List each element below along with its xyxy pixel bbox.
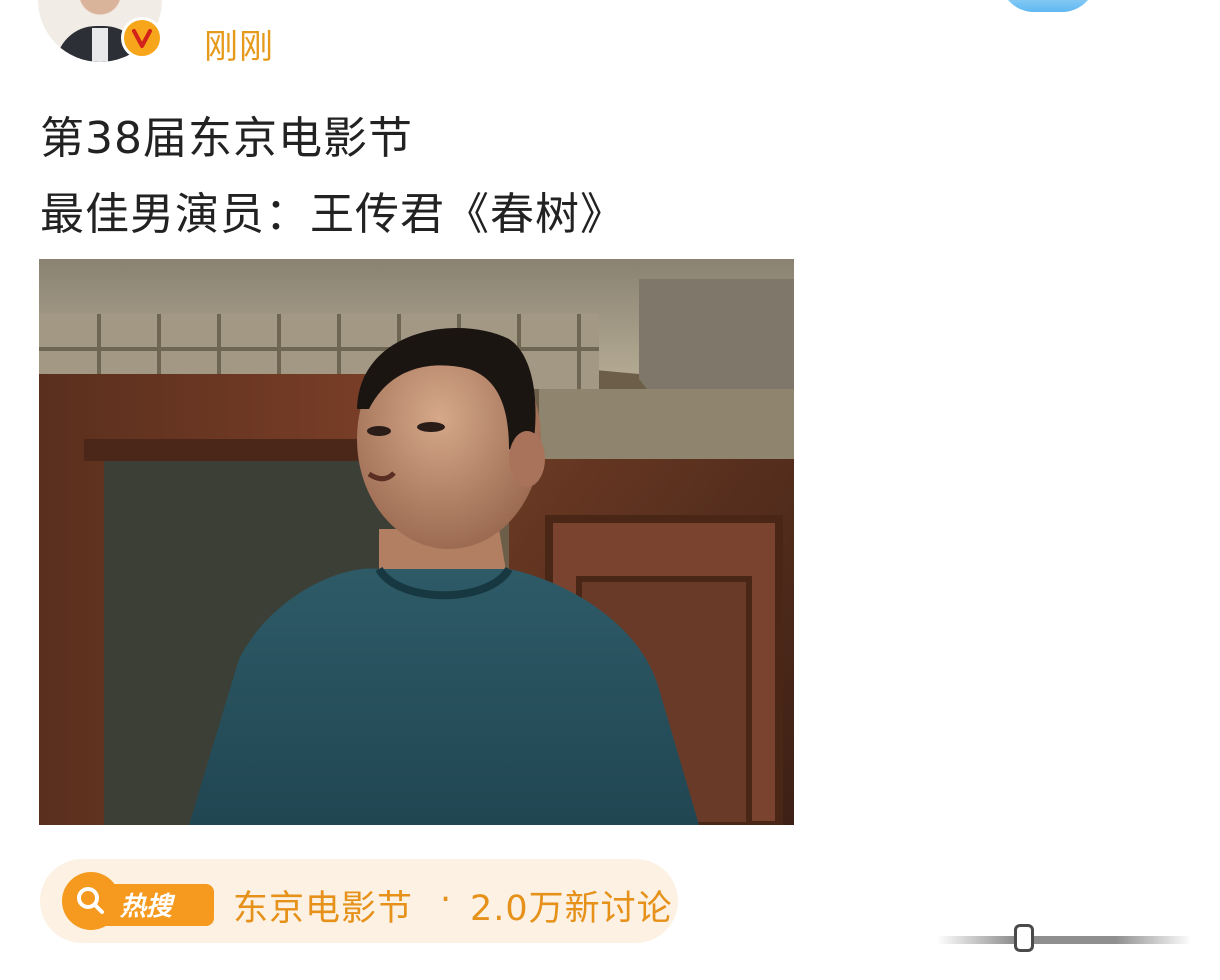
- hot-search-pill[interactable]: 热搜 东京电影节 · 2.0万新讨论: [40, 859, 678, 943]
- hot-badge-label: 热搜: [120, 892, 173, 922]
- post-text-line-2[interactable]: 最佳男演员：王传君《春树》: [40, 178, 625, 242]
- hot-search-separator: ·: [440, 880, 452, 920]
- handle-knob[interactable]: [1014, 924, 1034, 952]
- hot-search-topic[interactable]: 东京电影节: [233, 880, 413, 931]
- hot-search-count: 2.0万新讨论: [470, 889, 673, 929]
- verified-v-icon: [121, 17, 163, 59]
- magnifier-icon: [77, 887, 104, 914]
- weibo-post: 刚刚 第38届东京电影节 最佳男演员：王传君《春树》 热搜 东京电影节 · 2.…: [0, 0, 1220, 980]
- post-photo[interactable]: [39, 259, 794, 825]
- avatar-shirt: [92, 28, 108, 62]
- hot-search-badge: 热搜: [62, 872, 222, 930]
- post-text-line-1: 第38届东京电影节: [40, 113, 413, 164]
- post-time: 刚刚: [204, 27, 274, 67]
- top-decoration: [1000, 0, 1096, 12]
- drag-handle-icon[interactable]: [937, 924, 1192, 952]
- handle-bar: [937, 936, 1192, 944]
